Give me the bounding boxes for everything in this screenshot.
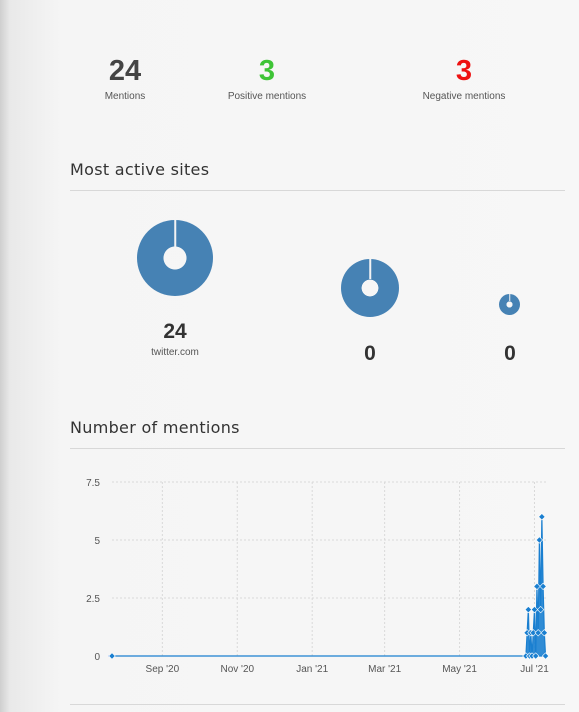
x-tick-label: Jul '21 (520, 664, 549, 675)
stat-positive-mentions: 3 Positive mentions (205, 56, 329, 102)
section-title-mentions-chart: Number of mentions (70, 418, 240, 437)
donut-seam (174, 220, 176, 247)
section-title-active-sites: Most active sites (70, 160, 210, 179)
site-share-donut[interactable] (137, 220, 213, 296)
x-tick-label: Mar '21 (368, 664, 401, 675)
site-mentions-count: 0 (504, 342, 516, 365)
site-item: 0 (470, 342, 550, 366)
x-tick-label: May '21 (442, 664, 477, 675)
positive-mentions-count: 3 (258, 55, 276, 87)
site-mentions-count: 24 (163, 320, 187, 343)
site-domain-link[interactable]: twitter.com (115, 347, 235, 358)
positive-mentions-label: Positive mentions (227, 91, 307, 102)
donut-seam (508, 294, 511, 302)
site-share-donut[interactable] (499, 294, 520, 315)
x-tick-label: Sep '20 (146, 664, 180, 675)
divider (70, 190, 565, 191)
x-tick-label: Jan '21 (296, 664, 328, 675)
data-point (108, 652, 116, 660)
series-area (112, 516, 547, 657)
negative-mentions-count: 3 (455, 55, 473, 87)
x-tick-label: Nov '20 (220, 664, 254, 675)
donut-seam (369, 259, 371, 280)
y-tick-label: 7.5 (86, 478, 100, 489)
data-point (524, 605, 532, 614)
stat-negative-mentions: 3 Negative mentions (400, 56, 528, 102)
mentions-label: Mentions (104, 91, 146, 102)
y-tick-label: 2.5 (86, 594, 100, 605)
data-point (538, 513, 546, 521)
site-mentions-count: 0 (364, 342, 376, 365)
y-tick-label: 5 (94, 536, 100, 547)
mentions-over-time-chart[interactable]: 0 2.5 5 7.5 Sep '20 Nov '20 Jan '21 Mar '21 May … (70, 470, 570, 675)
negative-mentions-label: Negative mentions (422, 91, 506, 102)
site-item: 0 (330, 342, 410, 366)
site-item: 24 twitter.com (115, 320, 235, 358)
mentions-dashboard: 24 Mentions 3 Positive mentions 3 Negati… (0, 0, 579, 712)
divider (70, 704, 565, 705)
stat-mentions: 24 Mentions (85, 56, 165, 102)
y-tick-label: 0 (94, 652, 100, 663)
site-share-donut[interactable] (341, 259, 399, 317)
divider (70, 448, 565, 449)
mentions-count: 24 (108, 55, 142, 87)
